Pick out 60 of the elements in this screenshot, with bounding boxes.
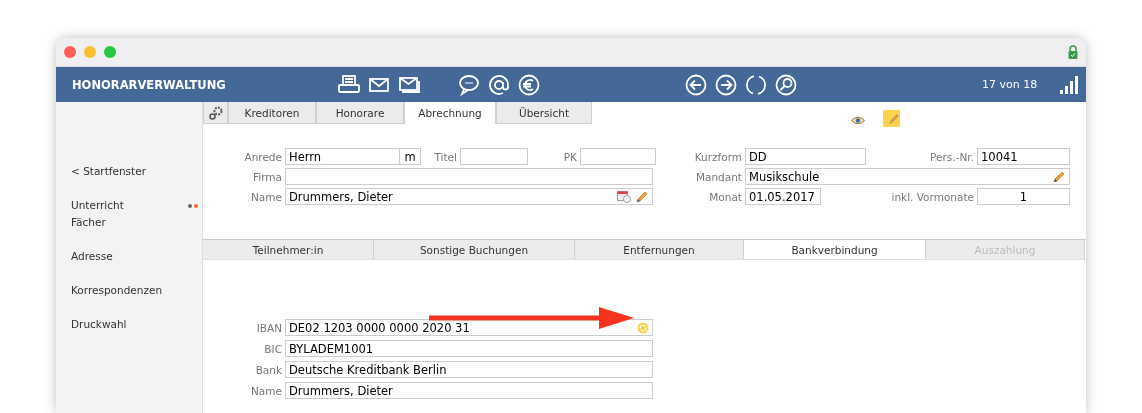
sidebar-item[interactable]: Fächer [71, 214, 106, 231]
tab[interactable]: Honorare [316, 102, 404, 124]
refresh-icon[interactable] [745, 73, 767, 96]
input-field[interactable] [285, 168, 653, 185]
sidebar-item[interactable]: Korrespondenzen [71, 282, 163, 299]
tab[interactable]: Teilnehmer:in [203, 240, 374, 259]
record-counter: 17 von 18 [982, 78, 1038, 91]
app-title: HONORARVERWALTUNG [71, 77, 227, 92]
input-field[interactable] [460, 148, 528, 165]
input-field[interactable]: 1 [977, 188, 1070, 205]
gear-icon [207, 104, 224, 121]
field-label: Anrede [243, 150, 282, 163]
input-field[interactable]: BYLADEM1001 [285, 340, 653, 357]
field-label: Bank [254, 363, 282, 376]
input-field[interactable]: m [399, 148, 421, 165]
field-label: Monat [708, 190, 742, 203]
close-button[interactable] [64, 46, 76, 58]
calendar-clock-icon[interactable] [617, 190, 631, 203]
field-label: Kurzform [693, 150, 742, 163]
tab[interactable]: Abrechnung [404, 102, 496, 124]
sidebar-item[interactable]: Unterricht [71, 197, 124, 214]
tab[interactable]: Sonstige Buchungen [374, 240, 575, 259]
field-label: Titel [433, 150, 457, 163]
sms-bubble-icon[interactable] [458, 73, 480, 96]
field-label: IBAN [255, 321, 282, 334]
field-label: inkl. Vormonate [890, 190, 974, 203]
input-field[interactable]: DE02 1203 0000 0000 2020 31 [285, 319, 653, 336]
field-label: Pers.-Nr. [929, 150, 974, 163]
sidebar-item[interactable]: Druckwahl [71, 316, 127, 333]
input-field[interactable]: Drummers, Dieter [285, 382, 653, 399]
tab[interactable]: Übersicht [496, 102, 592, 124]
field-label: Mandant [694, 170, 742, 183]
pencil-icon[interactable] [635, 189, 649, 204]
field-label: Firma [252, 170, 282, 183]
field-label: Name [250, 384, 282, 397]
at-sign-icon[interactable] [488, 73, 510, 96]
tab[interactable]: Kreditoren [228, 102, 316, 124]
field-label: PK [562, 150, 577, 163]
input-field[interactable]: Herrn [285, 148, 400, 165]
eye-icon[interactable] [851, 115, 865, 125]
printer-icon[interactable] [338, 73, 360, 96]
signal-bars-icon [1060, 75, 1079, 94]
field-label: BIC [263, 342, 282, 355]
input-field[interactable]: DD [745, 148, 866, 165]
field-label: Name [250, 190, 282, 203]
input-field[interactable]: Drummers, Dieter [285, 188, 653, 205]
search-icon[interactable] [775, 73, 797, 96]
input-field[interactable] [580, 148, 656, 165]
tab[interactable]: Entfernungen [575, 240, 744, 259]
input-field[interactable]: Deutsche Kreditbank Berlin [285, 361, 653, 378]
lock-icon [1068, 45, 1078, 59]
sidebar-item[interactable]: Adresse [71, 248, 113, 265]
pencil-icon[interactable] [1052, 169, 1066, 184]
input-field[interactable]: 10041 [977, 148, 1070, 165]
input-field[interactable]: Musikschule [745, 168, 1070, 185]
settings-button[interactable] [203, 102, 228, 124]
dots-icon [188, 203, 198, 208]
euro-icon[interactable] [518, 73, 540, 96]
sidebar-item[interactable]: < Startfenster [71, 163, 146, 180]
input-field[interactable]: 01.05.2017 [745, 188, 821, 205]
